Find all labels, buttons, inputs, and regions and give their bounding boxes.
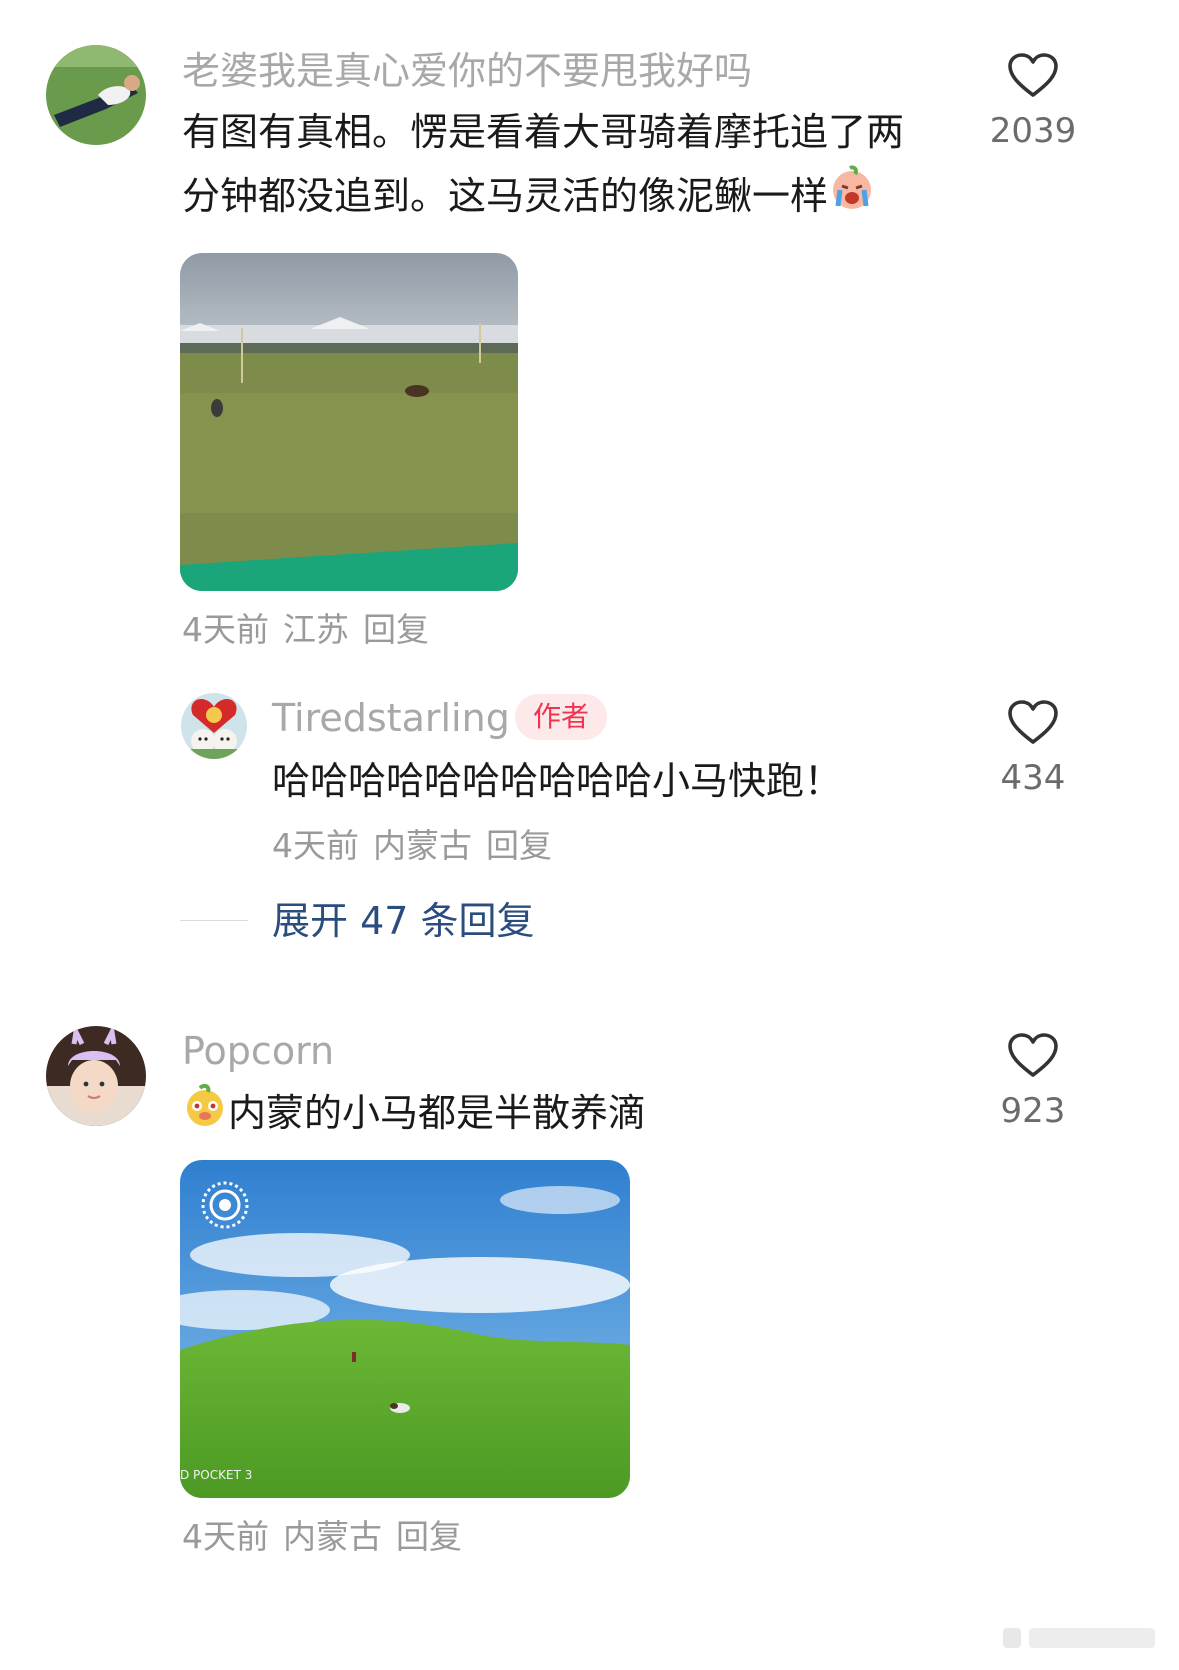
comment-text-line: 分钟都没追到。这马灵活的像泥鳅一样: [182, 163, 876, 233]
comment-time: 4天前: [272, 826, 359, 865]
comment-photo[interactable]: D POCKET 3: [180, 1160, 630, 1498]
comment-text-content: 内蒙的小马都是半散养滴: [228, 1091, 647, 1135]
reply-text: 哈哈哈哈哈哈哈哈哈哈小马快跑！: [272, 759, 843, 803]
weibo-watermark-icon: [995, 1620, 1165, 1660]
like-count: 923: [1000, 1091, 1066, 1131]
username[interactable]: 老婆我是真心爱你的不要甩我好吗: [182, 52, 752, 90]
username[interactable]: Popcorn: [182, 1032, 334, 1070]
like-count: 2039: [989, 111, 1077, 151]
avatar[interactable]: [46, 1026, 146, 1126]
heart-icon: [1008, 700, 1058, 744]
comment-meta: 4天前 内蒙古 回复: [182, 1520, 476, 1553]
heart-icon: [1008, 53, 1058, 97]
like-button[interactable]: 434: [978, 699, 1088, 795]
avatar[interactable]: [181, 693, 247, 759]
comment-photo[interactable]: [180, 253, 518, 591]
comment-meta: 4天前 江苏 回复: [182, 613, 443, 646]
comment-location: 内蒙古: [373, 826, 472, 865]
comment-time: 4天前: [182, 1517, 269, 1556]
avatar[interactable]: [46, 45, 146, 145]
username[interactable]: Tiredstarling: [272, 699, 510, 737]
reply-button[interactable]: 回复: [396, 1517, 462, 1556]
dog-face-emoji: [182, 1082, 228, 1149]
divider: [180, 920, 248, 921]
comment-location: 江苏: [283, 610, 349, 649]
comment-time: 4天前: [182, 610, 269, 649]
reply-button[interactable]: 回复: [363, 610, 429, 649]
like-button[interactable]: 923: [978, 1032, 1088, 1128]
heart-icon: [1008, 1033, 1058, 1077]
author-badge: 作者: [515, 694, 608, 740]
comment-location: 内蒙古: [283, 1517, 382, 1556]
like-button[interactable]: 2039: [978, 52, 1088, 148]
comment-text-content: 分钟都没追到。这马灵活的像泥鳅一样: [182, 174, 829, 218]
comment-meta: 4天前 内蒙古 回复: [272, 829, 566, 862]
crying-face-emoji: [828, 164, 876, 233]
comment-text-line: 内蒙的小马都是半散养滴: [182, 1080, 646, 1149]
expand-replies-button[interactable]: 展开 47 条回复: [272, 902, 535, 940]
like-count: 434: [1000, 758, 1066, 798]
photo-watermark: D POCKET 3: [180, 1468, 253, 1482]
reply-button[interactable]: 回复: [486, 826, 552, 865]
comment-text-line: 有图有真相。愣是看着大哥骑着摩托追了两: [182, 110, 905, 154]
